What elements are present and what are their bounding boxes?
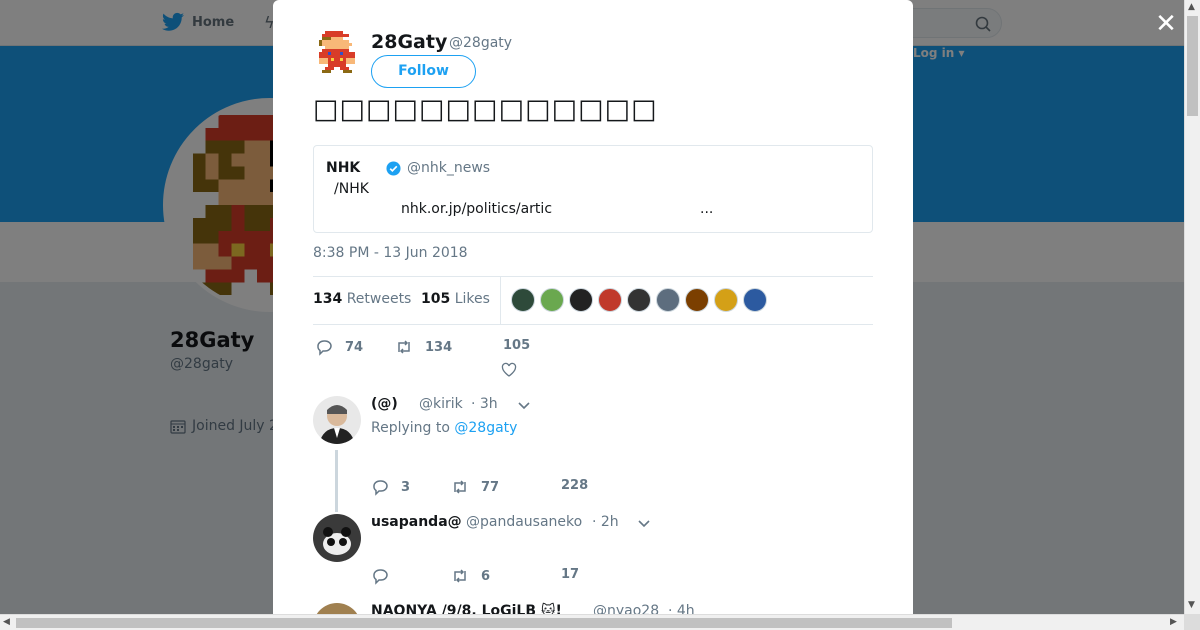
close-icon[interactable]: ✕: [1154, 11, 1178, 37]
reply-author-name[interactable]: usapanda@: [371, 514, 462, 530]
follow-button[interactable]: Follow: [371, 55, 476, 88]
liker-avatar[interactable]: [714, 288, 738, 312]
liker-avatar[interactable]: [656, 288, 680, 312]
scroll-down-icon[interactable]: ▼: [1188, 600, 1195, 610]
verified-badge-icon: [386, 161, 401, 176]
cat-avatar-icon: [313, 603, 361, 614]
likes-stat-label: Likes: [454, 291, 490, 307]
chevron-down-icon[interactable]: [638, 517, 650, 529]
reply-action[interactable]: 74: [315, 338, 363, 356]
replying-prefix: Replying to: [371, 420, 450, 436]
retweet-icon: [454, 480, 466, 494]
reply-actions: 6 17: [371, 565, 631, 589]
replying-to-link[interactable]: @28gaty: [454, 420, 517, 436]
like-action[interactable]: 228: [561, 478, 588, 493]
scroll-up-icon[interactable]: ▲: [1188, 2, 1195, 12]
retweet-stat-count: 134: [313, 291, 343, 307]
chevron-down-icon[interactable]: [518, 399, 530, 411]
retweet-action[interactable]: 6: [451, 567, 490, 585]
horizontal-scroll-thumb[interactable]: [16, 618, 952, 628]
reply-author-name[interactable]: NAONYA /9/8. LoGiLB 🐱!: [371, 603, 562, 614]
reply-author-handle[interactable]: @kirik: [419, 396, 463, 412]
quoted-author-handle: @nhk_news: [407, 160, 491, 176]
retweet-count: 134: [425, 339, 453, 355]
retweet-stat[interactable]: 134 Retweets: [313, 291, 411, 307]
tweet-author-avatar[interactable]: [313, 28, 361, 76]
liker-avatar[interactable]: [627, 288, 651, 312]
reply-icon: [373, 569, 388, 585]
horizontal-scrollbar[interactable]: ◀ ▶: [0, 614, 1184, 630]
tweet-stats: 134 Retweets 105 Likes: [313, 276, 873, 325]
quoted-link[interactable]: nhk.or.jp/politics/artic: [401, 201, 552, 217]
tweet-actions: 74 134 105: [313, 336, 613, 378]
like-count: 228: [561, 478, 589, 493]
reply-avatar[interactable]: [313, 396, 361, 444]
liker-avatar[interactable]: [540, 288, 564, 312]
reply-count: 74: [345, 339, 364, 355]
reply-time[interactable]: · 4h: [668, 603, 695, 614]
reply-time[interactable]: · 3h: [471, 396, 498, 412]
reply-time[interactable]: · 2h: [592, 514, 619, 530]
retweet-icon: [398, 340, 410, 354]
reply-icon: [317, 340, 332, 356]
like-action[interactable]: 17: [561, 567, 579, 582]
reply-action[interactable]: [371, 567, 401, 585]
tweet-timestamp[interactable]: 8:38 PM - 13 Jun 2018: [313, 245, 468, 261]
like-action[interactable]: 105: [503, 338, 530, 353]
retweet-action[interactable]: 134: [395, 338, 452, 356]
retweet-stat-label: Retweets: [346, 291, 412, 307]
reply-icon: [373, 480, 388, 496]
likes-stat-count: 105: [421, 291, 451, 307]
quoted-text: /NHK: [334, 181, 369, 197]
liker-avatar[interactable]: [569, 288, 593, 312]
reply-author-name[interactable]: (@): [371, 396, 398, 412]
retweet-count: 77: [481, 479, 500, 495]
person-avatar-icon: [313, 396, 361, 444]
tweet-author-name[interactable]: 28Gaty: [371, 31, 447, 53]
tweet-author-handle[interactable]: @28gaty: [449, 35, 512, 51]
reply-avatar[interactable]: [313, 603, 361, 614]
reply-actions: 3 77 228: [371, 476, 631, 500]
retweet-count: 6: [481, 568, 491, 584]
vertical-scroll-thumb[interactable]: [1187, 16, 1198, 116]
likers-avatars: [511, 288, 767, 312]
vertical-scrollbar[interactable]: ▲ ▼: [1184, 0, 1200, 614]
scroll-right-icon[interactable]: ▶: [1170, 617, 1177, 627]
like-count: 17: [561, 567, 580, 582]
liker-avatar[interactable]: [743, 288, 767, 312]
panda-avatar-icon: [313, 514, 361, 562]
replying-to: Replying to @28gaty: [371, 420, 517, 436]
tweet-text: □□□□□□□□□□□□□: [313, 94, 658, 125]
retweet-icon: [454, 569, 466, 583]
reply-avatar[interactable]: [313, 514, 361, 562]
quoted-ellipsis: ...: [700, 201, 714, 217]
reply-author-handle[interactable]: @nyao28: [593, 603, 659, 614]
liker-avatar[interactable]: [685, 288, 709, 312]
liker-avatar[interactable]: [598, 288, 622, 312]
like-count: 105: [503, 338, 531, 353]
likes-stat[interactable]: 105 Likes: [421, 291, 490, 307]
reply-action[interactable]: 3: [371, 478, 410, 496]
quoted-tweet[interactable]: NHK @nhk_news /NHK nhk.or.jp/politics/ar…: [313, 145, 873, 233]
reply-count: 3: [401, 479, 411, 495]
heart-icon[interactable]: [501, 362, 517, 378]
retweet-action[interactable]: 77: [451, 478, 499, 496]
scrollbar-corner: [1184, 614, 1200, 630]
tweet-modal: 28Gaty @28gaty Follow □□□□□□□□□□□□□ NHK …: [273, 0, 913, 614]
thread-line: [335, 450, 338, 512]
scroll-left-icon[interactable]: ◀: [3, 617, 10, 627]
mario-avatar-icon: [319, 31, 355, 73]
liker-avatar[interactable]: [511, 288, 535, 312]
stats-divider: [500, 277, 501, 324]
quoted-author-name: NHK: [326, 160, 361, 176]
reply-author-handle[interactable]: @pandausaneko: [466, 514, 582, 530]
